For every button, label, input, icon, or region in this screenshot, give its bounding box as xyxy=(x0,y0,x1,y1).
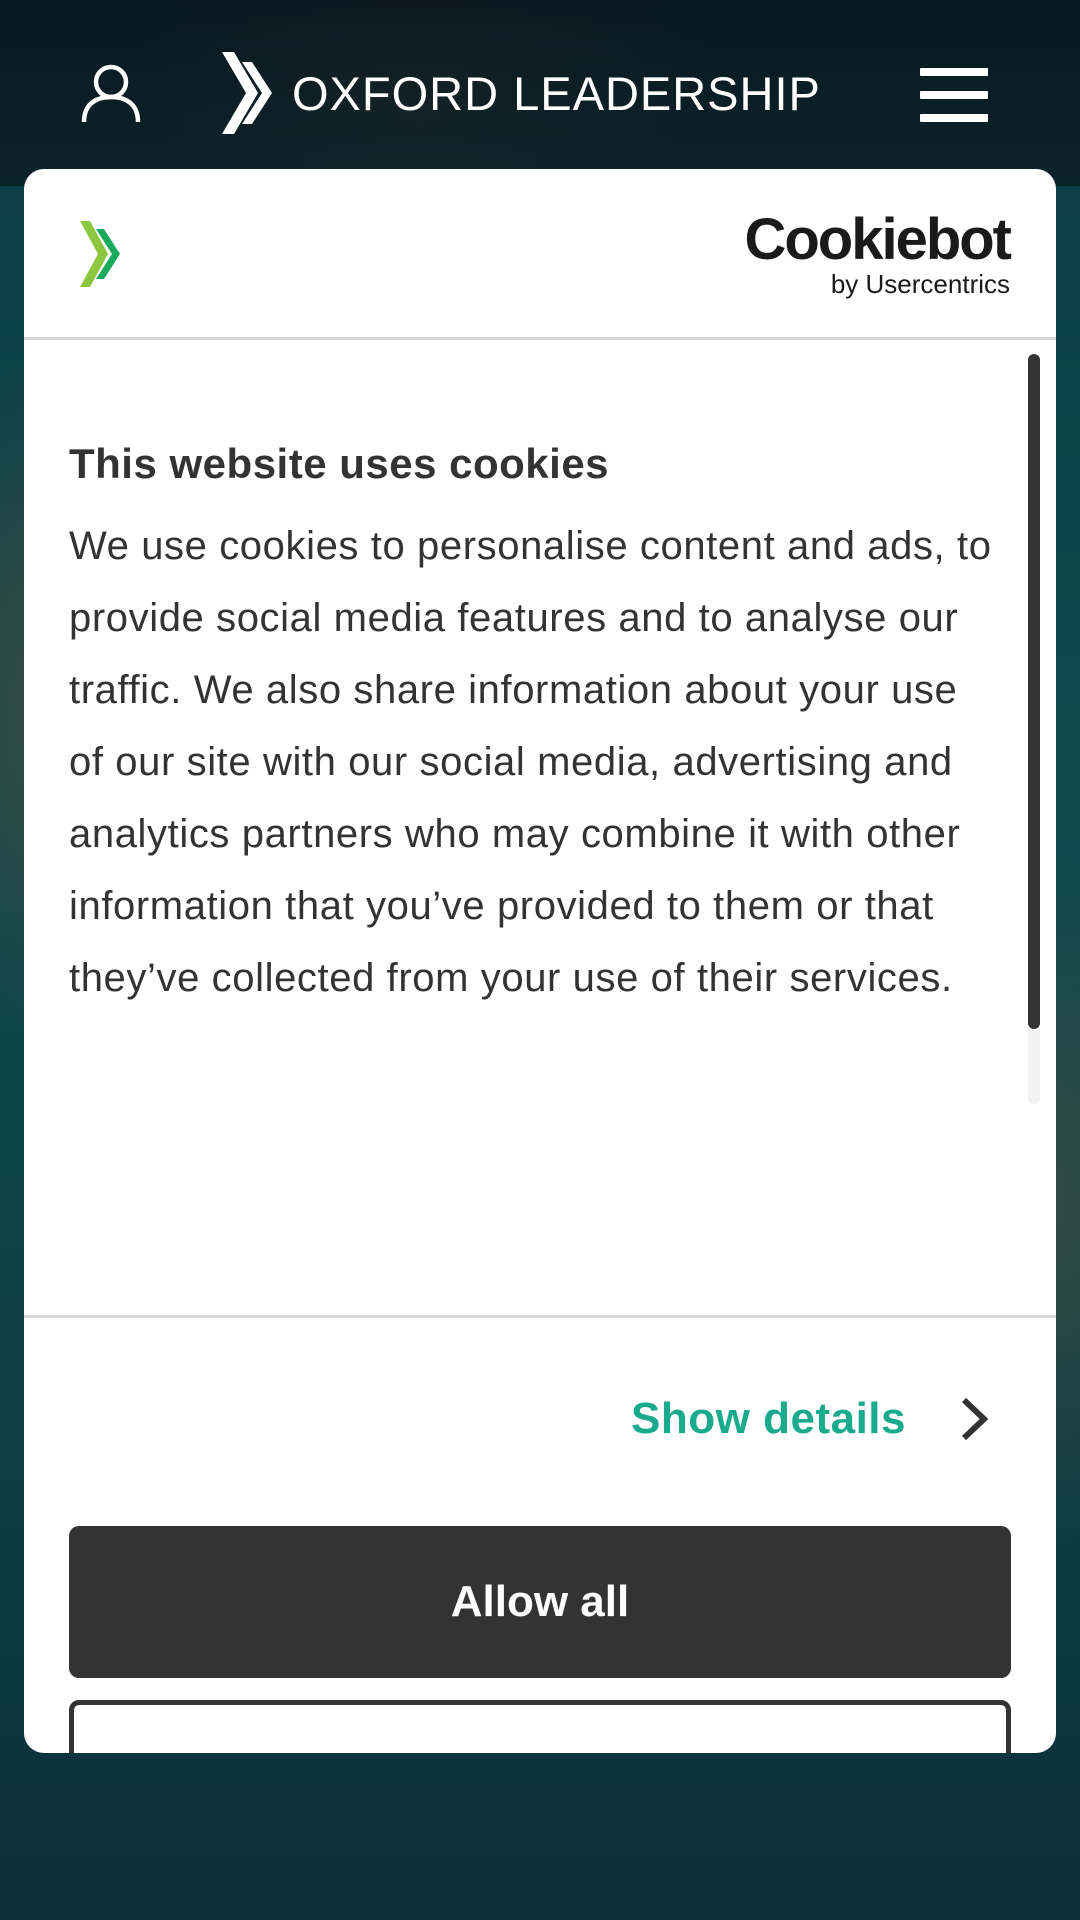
dialog-header: Cookiebot by Usercentrics xyxy=(24,169,1056,340)
cookie-text-wrap: This website uses cookies We use cookies… xyxy=(69,440,999,1014)
footer-divider xyxy=(24,1315,1056,1318)
dialog-body[interactable]: This website uses cookies We use cookies… xyxy=(24,340,1056,1315)
cookie-consent-dialog: Cookiebot by Usercentrics This website u… xyxy=(24,169,1056,1753)
scrollbar-thumb[interactable] xyxy=(1028,354,1040,1029)
chevron-right-icon xyxy=(961,1397,989,1441)
brand-logo[interactable]: OXFORD LEADERSHIP xyxy=(222,52,821,134)
show-details-link[interactable]: Show details xyxy=(631,1394,992,1444)
cookiebot-logo[interactable]: Cookiebot by Usercentrics xyxy=(744,207,1012,300)
show-details-label: Show details xyxy=(631,1394,906,1443)
cookie-description: We use cookies to personalise content an… xyxy=(69,524,992,1000)
double-chevron-logo-icon xyxy=(222,52,272,134)
text-fade-overlay xyxy=(24,1100,1024,1315)
oxford-chevron-icon xyxy=(80,221,120,287)
allow-all-button[interactable]: Allow all xyxy=(69,1526,1011,1678)
hamburger-menu-icon[interactable] xyxy=(920,68,988,122)
user-icon[interactable] xyxy=(80,62,142,124)
cookie-title: This website uses cookies xyxy=(69,440,610,487)
deny-button[interactable]: Deny xyxy=(69,1700,1011,1753)
site-header: OXFORD LEADERSHIP xyxy=(0,0,1080,186)
cookiebot-byline: by Usercentrics xyxy=(830,269,1010,299)
brand-name: OXFORD LEADERSHIP xyxy=(292,66,821,120)
cookiebot-wordmark: Cookiebot xyxy=(744,207,1012,272)
